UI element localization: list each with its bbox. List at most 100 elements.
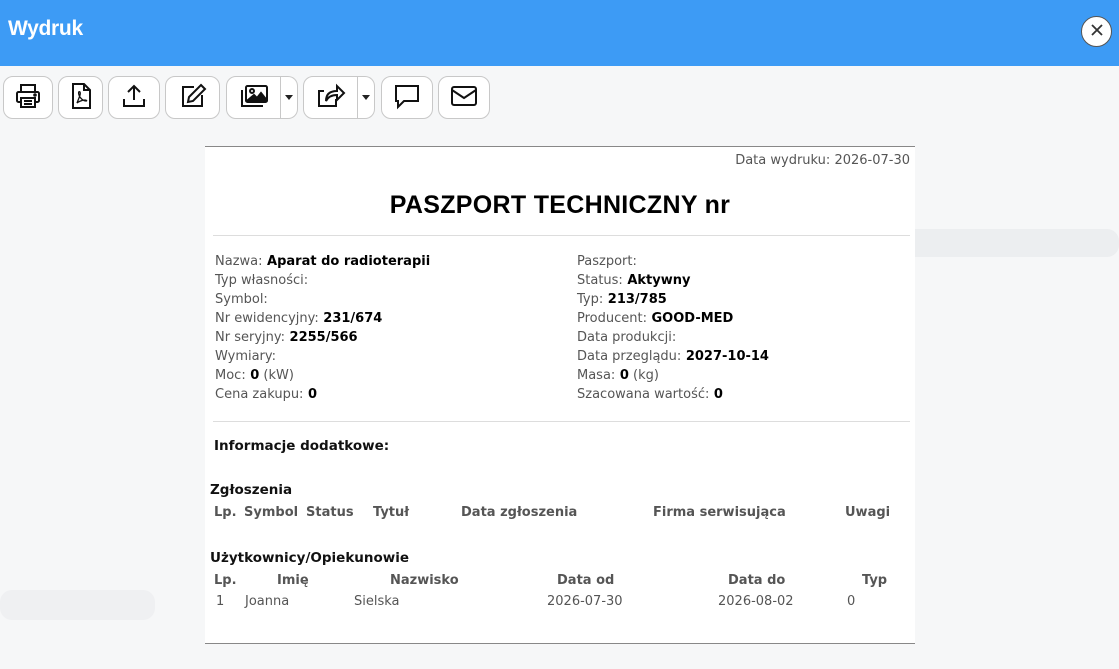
field-label: Paszport: [577,254,637,269]
column-header: Firma serwisująca [653,505,786,520]
additional-info-heading: Informacje dodatkowe: [214,438,390,454]
column-header: Status [306,505,354,520]
column-header: Tytuł [373,505,410,520]
print-date-label: Data wydruku: [735,153,831,168]
column-header: Symbol [244,505,299,520]
right-field-0: Paszport: [577,254,637,270]
reports-heading: Zgłoszenia [210,482,293,498]
left-field-6: Moc: 0 (kW) [215,368,294,384]
field-label: Data przeglądu: [577,349,682,364]
right-field-7: Szacowana wartość: 0 [577,387,723,403]
field-value: 0 [245,368,260,383]
images-icon [238,82,270,114]
table-cell: 1 [216,594,225,609]
field-value: 0 [709,387,723,402]
images-button[interactable] [226,76,281,119]
right-field-1: Status: Aktywny [577,273,690,289]
field-label: Nazwa: [215,254,263,269]
table-cell: 0 [847,594,856,609]
field-value: Aparat do radioterapii [262,254,431,269]
field-label: Status: [577,273,623,288]
column-header: Uwagi [845,505,891,520]
caret-down-icon [362,95,370,100]
edit-icon [178,82,208,114]
left-field-3: Nr ewidencyjny: 231/674 [215,311,382,327]
column-header: Typ [862,573,888,588]
share-button[interactable] [303,76,358,119]
dialog-header: Wydruk [0,0,1119,66]
right-field-5: Data przeglądu: 2027-10-14 [577,349,769,365]
field-label: Nr ewidencyjny: [215,311,319,326]
printer-icon [14,82,42,114]
close-icon [1090,22,1104,41]
field-label: Symbol: [215,292,268,307]
field-value: 2255/566 [285,330,358,345]
field-value: 0 [615,368,629,383]
field-label: Nr seryjny: [215,330,285,345]
right-field-6: Masa: 0 (kg) [577,368,659,384]
column-header: Data zgłoszenia [461,505,578,520]
upload-icon [120,82,148,114]
field-label: Typ własności: [215,273,309,288]
document-title: PASZPORT TECHNICZNY nr [389,191,731,219]
field-label: Producent: [577,311,647,326]
caret-down-icon [285,95,293,100]
comment-button[interactable] [381,76,433,119]
table-cell: Sielska [354,594,400,609]
print-date: Data wydruku: 2026-07-30 [735,153,910,168]
column-header: Imię [277,573,309,588]
field-value: 0 [303,387,318,402]
divider [213,421,910,422]
envelope-icon [450,84,478,112]
field-label: Typ: [577,292,604,307]
column-header: Lp. [214,505,237,520]
left-field-4: Nr seryjny: 2255/566 [215,330,358,346]
field-label: Wymiary: [215,349,277,364]
field-value: 231/674 [318,311,383,326]
left-field-5: Wymiary: [215,349,276,365]
column-header: Data do [728,573,786,588]
field-value: GOOD-MED [646,311,734,326]
divider [213,235,910,236]
pdf-icon [69,82,93,114]
close-button[interactable] [1081,16,1112,47]
field-unit: (kW) [259,368,294,383]
column-header: Lp. [214,573,237,588]
field-label: Moc: [215,368,246,383]
column-header: Data od [557,573,615,588]
field-label: Cena zakupu: [215,387,304,402]
images-dropdown-toggle[interactable] [281,76,298,119]
field-value: 2027-10-14 [681,349,769,364]
pdf-button[interactable] [58,76,103,119]
table-cell: 2026-07-30 [547,594,623,609]
table-cell: Joanna [245,594,290,609]
dialog-title: Wydruk [8,17,83,40]
field-value: 213/785 [603,292,667,307]
edit-button[interactable] [165,76,220,119]
background-element [0,590,155,620]
right-field-3: Producent: GOOD-MED [577,311,733,327]
column-header: Nazwisko [390,573,459,588]
print-document: Data wydruku: 2026-07-30 PASZPORT TECHNI… [205,146,915,644]
field-unit: (kg) [628,368,659,383]
print-date-value: 2026-07-30 [834,153,910,168]
field-value: Aktywny [622,273,691,288]
field-label: Masa: [577,368,616,383]
print-button[interactable] [3,76,53,119]
left-field-2: Symbol: [215,292,268,308]
export-button[interactable] [108,76,160,119]
comment-icon [393,82,421,114]
share-icon [315,82,347,114]
toolbar [0,76,1119,120]
right-field-2: Typ: 213/785 [577,292,667,308]
left-field-1: Typ własności: [215,273,308,289]
email-button[interactable] [438,76,490,119]
share-dropdown-toggle[interactable] [358,76,375,119]
field-label: Szacowana wartość: [577,387,710,402]
field-label: Data produkcji: [577,330,677,345]
left-field-7: Cena zakupu: 0 [215,387,317,403]
table-cell: 2026-08-02 [718,594,794,609]
right-field-4: Data produkcji: [577,330,676,346]
left-field-0: Nazwa: Aparat do radioterapii [215,254,430,270]
users-heading: Użytkownicy/Opiekunowie [210,550,410,566]
